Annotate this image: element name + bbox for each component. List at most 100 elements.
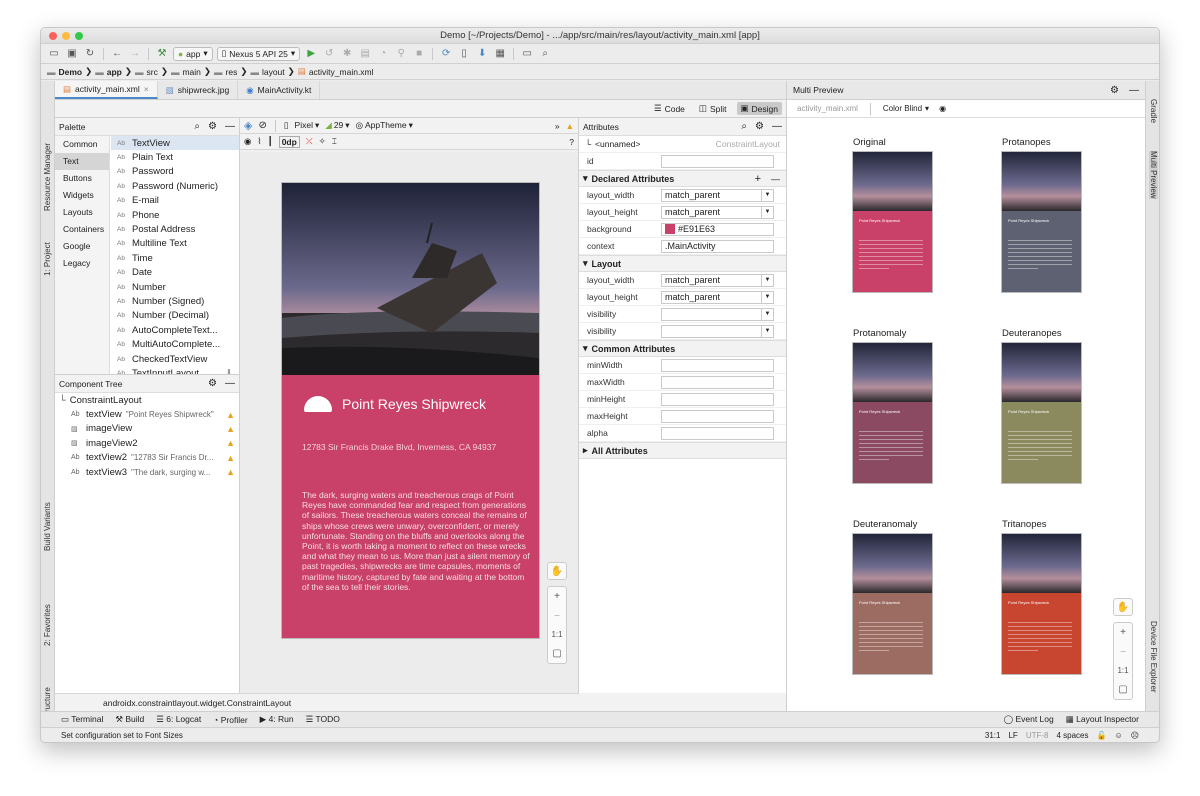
coverage-icon[interactable]: ▤: [358, 47, 372, 61]
dropdown-arrow-icon[interactable]: ▼: [761, 291, 773, 303]
indent-setting[interactable]: 4 spaces: [1056, 731, 1088, 740]
breadcrumb-item[interactable]: activity_main.xml: [309, 67, 374, 77]
breadcrumb-item[interactable]: app: [107, 67, 122, 77]
phone-address[interactable]: 12783 Sir Francis Drake Blvd, Inverness,…: [302, 442, 496, 452]
id-field[interactable]: [661, 154, 774, 168]
zoom-ratio[interactable]: 1:1: [551, 630, 562, 639]
minimize-window-button[interactable]: [62, 32, 70, 40]
folder-icon[interactable]: ▭: [47, 47, 61, 61]
minimize-icon[interactable]: —: [225, 378, 235, 389]
zoom-in-icon[interactable]: +: [554, 591, 560, 602]
default-margin-value[interactable]: 0dp: [278, 135, 300, 148]
apply-changes-icon[interactable]: ↺: [322, 47, 336, 61]
hierarchy-path-text[interactable]: androidx.constraintlayout.widget.Constra…: [103, 698, 291, 708]
guidelines-icon[interactable]: ⌶: [332, 136, 337, 147]
lock-icon[interactable]: 🔓: [1097, 731, 1107, 740]
palette-item[interactable]: Ab MultiAutoComplete...: [111, 337, 239, 351]
pan-button[interactable]: ✋: [547, 562, 567, 580]
dropdown-arrow-icon[interactable]: ▼: [761, 206, 773, 218]
minimize-icon[interactable]: —: [1129, 85, 1139, 96]
preview-thumbnail[interactable]: Point Reyes Shipwreck: [1002, 343, 1081, 483]
close-window-button[interactable]: [49, 32, 57, 40]
preview-item[interactable]: Tritanopes Point Reyes Shipwreck: [1002, 519, 1082, 674]
tab-main-activity[interactable]: ◉ MainActivity.kt: [238, 81, 321, 99]
palette-item[interactable]: Ab Plain Text: [111, 150, 239, 164]
warning-icon[interactable]: ▲: [226, 424, 235, 434]
palette-category[interactable]: Text: [55, 153, 109, 170]
caret-position[interactable]: 31:1: [985, 731, 1001, 740]
tool-logcat[interactable]: ☰ 6: Logcat: [156, 714, 201, 725]
fit-screen-icon[interactable]: ▢: [552, 648, 561, 659]
eye-icon[interactable]: ◉: [244, 136, 251, 147]
tool-device-file-explorer[interactable]: Device File Explorer: [1149, 621, 1158, 693]
forward-icon[interactable]: →: [128, 47, 142, 61]
run-config-select[interactable]: ● app ▾: [173, 46, 213, 61]
color-swatch[interactable]: [665, 224, 675, 234]
theme-dropdown[interactable]: ◎ AppTheme ▾: [356, 120, 413, 131]
tool-gradle[interactable]: Gradle: [1149, 99, 1158, 123]
palette-category[interactable]: Google: [55, 238, 109, 255]
clear-constraints-icon[interactable]: ⤫: [306, 136, 313, 147]
api-dropdown[interactable]: ◢ 29 ▾: [325, 120, 349, 131]
infer-constraints-icon[interactable]: ✧: [319, 136, 326, 147]
tool-resource-manager[interactable]: Resource Manager: [43, 143, 52, 211]
tree-row[interactable]: Ab textView "Point Reyes Shipwreck" ▲: [55, 407, 239, 421]
sync-icon[interactable]: ↻: [83, 47, 97, 61]
attr-value-field[interactable]: match_parent ▼: [661, 290, 774, 304]
minimize-icon[interactable]: —: [772, 121, 782, 132]
tool-profiler[interactable]: ◔ Profiler: [213, 715, 247, 725]
debug-icon[interactable]: ✱: [340, 47, 354, 61]
tool-run[interactable]: ▶ 4: Run: [260, 714, 294, 725]
dropdown-arrow-icon[interactable]: ▼: [761, 274, 773, 286]
tab-shipwreck[interactable]: ▧ shipwreck.jpg: [158, 81, 239, 99]
preview-thumbnail[interactable]: Point Reyes Shipwreck: [853, 534, 932, 674]
tool-build-variants[interactable]: Build Variants: [43, 502, 52, 551]
dropdown-arrow-icon[interactable]: ▼: [761, 308, 773, 320]
tool-multi-preview[interactable]: Multi Preview: [1149, 151, 1158, 199]
palette-category[interactable]: Containers: [55, 221, 109, 238]
dropdown-arrow-icon[interactable]: ▼: [761, 189, 773, 201]
run-icon[interactable]: ▶: [304, 47, 318, 61]
breadcrumb-item[interactable]: Demo: [59, 67, 83, 77]
warning-icon[interactable]: ▲: [566, 121, 574, 131]
zoom-in-icon[interactable]: +: [1120, 627, 1126, 638]
attr-value-field[interactable]: ▼: [661, 324, 774, 338]
add-icon[interactable]: +: [755, 173, 761, 185]
hammer-icon[interactable]: ⚒: [155, 47, 169, 61]
attr-value-field[interactable]: #E91E63: [661, 222, 774, 236]
attr-value-field[interactable]: match_parent ▼: [661, 205, 774, 219]
breadcrumb-item[interactable]: main: [182, 67, 200, 77]
dropdown-arrow-icon[interactable]: ▼: [761, 325, 773, 337]
eye-icon[interactable]: ◉: [939, 104, 946, 113]
attr-value-field[interactable]: [661, 358, 774, 372]
preview-thumbnail[interactable]: Point Reyes Shipwreck: [1002, 152, 1081, 292]
palette-item[interactable]: Ab TextInputLayout ⬇: [111, 366, 239, 374]
warning-icon[interactable]: ▲: [226, 467, 235, 477]
palette-item[interactable]: Ab Password (Numeric): [111, 179, 239, 193]
layout-inspector-icon[interactable]: ▦: [493, 47, 507, 61]
search-icon[interactable]: ⌕: [538, 47, 552, 61]
palette-item[interactable]: Ab Phone: [111, 208, 239, 222]
palette-item[interactable]: Ab Number: [111, 280, 239, 294]
search-icon[interactable]: ⌕: [194, 121, 200, 132]
zoom-out-icon[interactable]: −: [1120, 647, 1126, 658]
all-attributes-header[interactable]: ▸ All Attributes: [579, 442, 786, 459]
preview-mode-dropdown[interactable]: Color Blind ▾: [883, 104, 929, 113]
autoconnect-icon[interactable]: ⌇: [257, 136, 261, 147]
warning-icon[interactable]: ▲: [226, 410, 235, 420]
palette-item[interactable]: Ab Time: [111, 251, 239, 265]
breadcrumb-item[interactable]: res: [226, 67, 238, 77]
palette-item[interactable]: Ab Multiline Text: [111, 237, 239, 251]
stop-icon[interactable]: ■: [412, 47, 426, 61]
tree-row[interactable]: ▨ imageView ▲: [55, 422, 239, 436]
palette-item[interactable]: Ab TextView: [111, 136, 239, 151]
phone-title[interactable]: Point Reyes Shipwreck: [342, 396, 486, 412]
phone-body[interactable]: The dark, surging waters and treacherous…: [302, 490, 530, 592]
breadcrumb-item[interactable]: src: [147, 67, 158, 77]
search-icon[interactable]: ⌕: [741, 121, 747, 132]
attr-value-field[interactable]: match_parent ▼: [661, 188, 774, 202]
shipwreck-image[interactable]: [282, 183, 539, 375]
palette-item[interactable]: Ab Password: [111, 165, 239, 179]
attr-value-field[interactable]: [661, 392, 774, 406]
tool-build[interactable]: ⚒ Build: [115, 714, 144, 725]
